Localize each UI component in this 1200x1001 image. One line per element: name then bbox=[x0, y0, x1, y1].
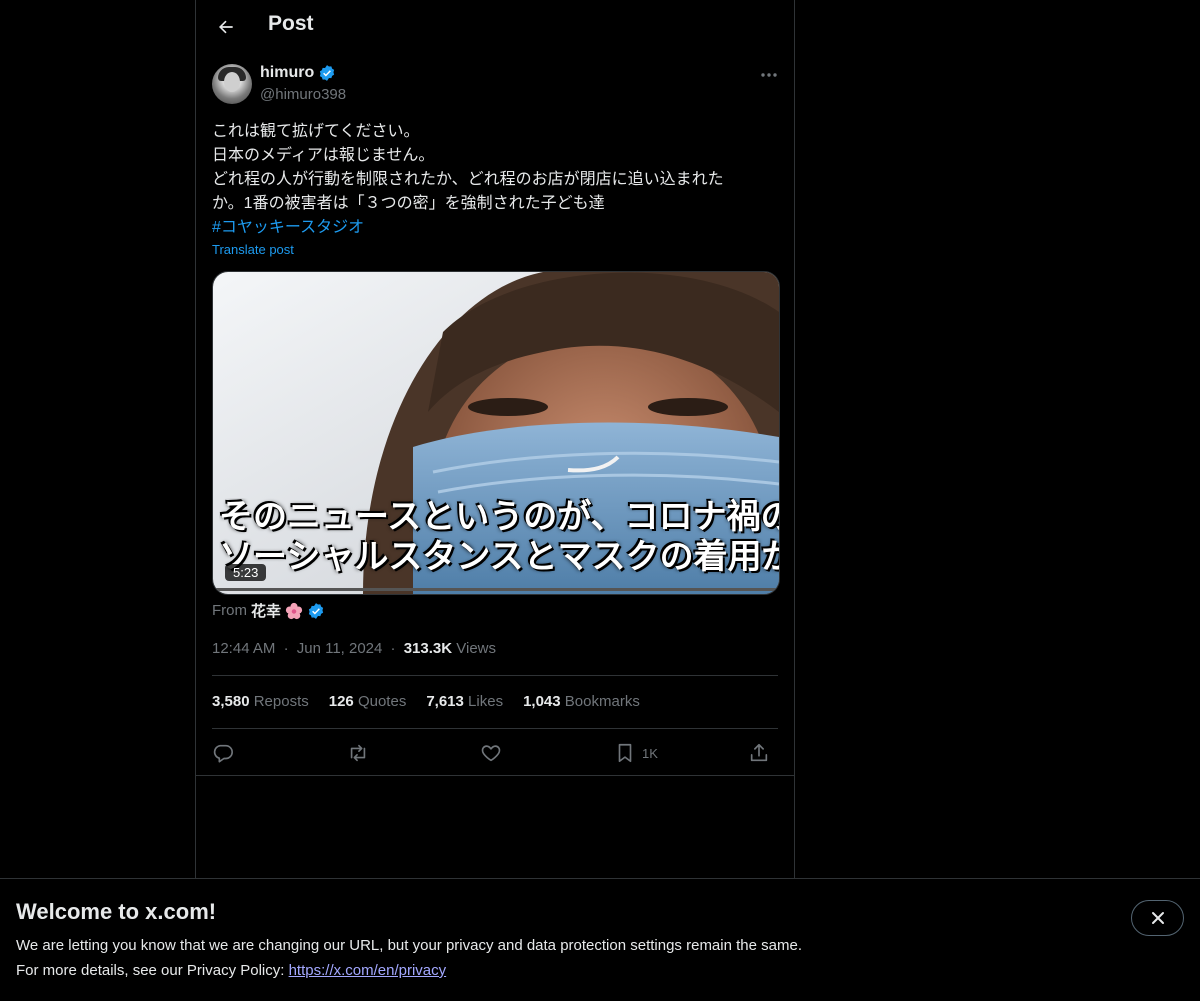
verified-badge-icon bbox=[308, 602, 324, 619]
views-label: Views bbox=[456, 640, 497, 657]
like-button[interactable] bbox=[480, 740, 502, 766]
post-text: これは観て拡げてください。 日本のメディアは報じません。 どれ程の人が行動を制限… bbox=[212, 120, 772, 240]
back-button[interactable] bbox=[208, 9, 244, 45]
page-header: Post bbox=[196, 0, 794, 54]
privacy-policy-link[interactable]: https://x.com/en/privacy bbox=[289, 962, 447, 979]
video-progress[interactable] bbox=[213, 588, 216, 591]
reply-button[interactable] bbox=[212, 740, 234, 766]
post-date[interactable]: Jun 11, 2024 bbox=[297, 640, 383, 657]
video-player[interactable]: そのニュースというのが、コロナ禍の ソーシャルスタンスとマスクの着用が 5:23 bbox=[212, 271, 780, 595]
flower-emoji-icon bbox=[285, 602, 303, 619]
verified-badge-icon bbox=[320, 65, 335, 81]
post-line: 日本のメディアは報じません。 bbox=[212, 147, 435, 164]
action-bar: 1K bbox=[212, 740, 778, 766]
post-time[interactable]: 12:44 AM bbox=[212, 640, 275, 657]
repost-button[interactable] bbox=[346, 740, 370, 766]
post-metadata: 12:44 AM · Jun 11, 2024 · 313.3K Views bbox=[212, 640, 496, 657]
from-source-name[interactable]: 花幸 bbox=[251, 600, 281, 621]
video-subtitle-1: そのニュースというのが、コロナ禍の bbox=[219, 498, 779, 536]
post-line: か。1番の被害者は「３つの密」を強制された子ども達 bbox=[212, 195, 605, 212]
engagement-stats: 3,580 Reposts 126 Quotes 7,613 Likes 1,0… bbox=[212, 693, 640, 710]
video-source: From 花幸 bbox=[212, 600, 325, 621]
banner-privacy-line: For more details, see our Privacy Policy… bbox=[16, 962, 446, 979]
page-title: Post bbox=[268, 12, 314, 35]
more-horizontal-icon bbox=[761, 73, 777, 77]
main-column: Post himuro @himuro398 これは観て拡げてください。 日本の… bbox=[195, 0, 795, 880]
more-options-button[interactable] bbox=[752, 64, 786, 86]
from-label: From bbox=[212, 602, 247, 619]
translate-post-link[interactable]: Translate post bbox=[212, 242, 294, 257]
share-icon bbox=[750, 743, 768, 762]
meta-separator: · bbox=[390, 640, 396, 657]
hashtag-link[interactable]: #コヤッキースタジオ bbox=[212, 219, 364, 236]
share-button[interactable] bbox=[748, 740, 770, 766]
bookmarks-stat[interactable]: 1,043 Bookmarks bbox=[523, 693, 640, 710]
divider bbox=[212, 675, 778, 676]
heart-icon bbox=[481, 745, 501, 762]
divider bbox=[212, 728, 778, 729]
avatar[interactable] bbox=[212, 64, 252, 104]
banner-privacy-prefix: For more details, see our Privacy Policy… bbox=[16, 962, 289, 979]
bookmark-icon bbox=[618, 743, 632, 763]
banner-title: Welcome to x.com! bbox=[16, 899, 217, 924]
author-name[interactable]: himuro bbox=[260, 64, 314, 82]
quotes-stat[interactable]: 126 Quotes bbox=[329, 693, 407, 710]
views-count: 313.3K bbox=[403, 640, 453, 657]
video-subtitle-2: ソーシャルスタンスとマスクの着用が bbox=[219, 538, 779, 576]
author-handle[interactable]: @himuro398 bbox=[260, 86, 346, 103]
likes-stat[interactable]: 7,613 Likes bbox=[426, 693, 503, 710]
close-icon bbox=[1151, 912, 1164, 924]
reposts-stat[interactable]: 3,580 Reposts bbox=[212, 693, 309, 710]
reply-icon bbox=[213, 744, 233, 763]
close-banner-button[interactable] bbox=[1131, 900, 1184, 936]
bookmark-count: 1K bbox=[642, 745, 658, 761]
video-duration-badge: 5:23 bbox=[225, 564, 267, 581]
bookmark-button[interactable]: 1K bbox=[614, 740, 658, 766]
author-name-row[interactable]: himuro bbox=[260, 64, 336, 82]
post-line: これは観て拡げてください。 bbox=[212, 123, 420, 140]
meta-separator: · bbox=[283, 640, 289, 657]
repost-icon bbox=[350, 744, 366, 762]
banner-message: We are letting you know that we are chan… bbox=[16, 937, 802, 954]
arrow-left-icon bbox=[219, 20, 233, 34]
post-line: どれ程の人が行動を制限されたか、どれ程のお店が閉店に追い込まれた bbox=[212, 171, 724, 188]
divider bbox=[196, 775, 794, 776]
welcome-banner: Welcome to x.com! We are letting you kno… bbox=[0, 878, 1200, 1001]
